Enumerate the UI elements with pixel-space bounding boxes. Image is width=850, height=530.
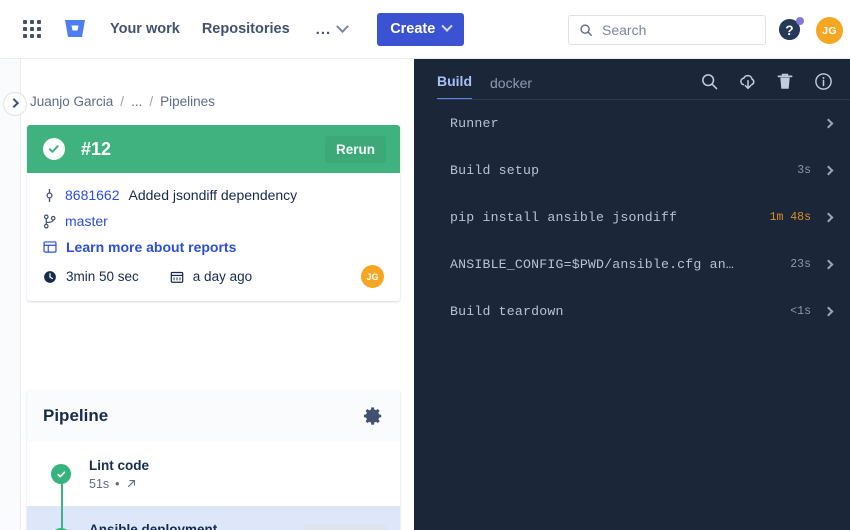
pipeline-title: Pipeline <box>43 406 109 425</box>
build-status-header: #12 Rerun <box>27 125 400 173</box>
step-bullet: • <box>115 476 120 491</box>
chevron-right-icon <box>823 259 834 270</box>
redeploy-button[interactable]: Redeploy <box>303 523 386 530</box>
build-author-avatar[interactable]: JG <box>361 265 384 288</box>
step-duration: 51s <box>89 476 110 491</box>
pipelines-page: Your work Repositories ... Create Search… <box>0 0 850 530</box>
step-text-group: Ansible deployment 2m 58s • <box>89 522 217 530</box>
tabs-divider <box>437 99 850 100</box>
reports-row: Learn more about reports <box>43 239 384 255</box>
build-status-body: 8681662 Added jsondiff dependency master <box>27 173 400 301</box>
pipeline-card-header: Pipeline <box>27 390 400 442</box>
commit-hash-link[interactable]: 8681662 <box>65 187 120 203</box>
breadcrumb: Juanjo Garcia / ... / Pipelines <box>30 94 215 109</box>
external-link-icon[interactable] <box>126 478 137 489</box>
step-subtext: 51s • <box>89 477 149 491</box>
cloud-download-icon[interactable] <box>738 72 758 92</box>
breadcrumb-item-ellipsis[interactable]: ... <box>131 94 142 109</box>
svg-text:?: ? <box>785 23 793 38</box>
search-placeholder: Search <box>602 22 647 38</box>
step-name: Ansible deployment <box>89 521 218 530</box>
chevron-right-icon <box>823 165 834 176</box>
learn-more-reports-link[interactable]: Learn more about reports <box>66 239 236 255</box>
breadcrumb-separator: / <box>120 94 125 109</box>
notification-dot <box>796 17 804 25</box>
collapsed-sidebar-rail <box>0 59 21 530</box>
branch-icon <box>43 213 56 229</box>
log-step-pip-install[interactable]: pip install ansible jsondiff 1m 48s <box>414 194 850 241</box>
chevron-right-icon <box>823 118 834 129</box>
pipeline-steps-card: Pipeline Lint code 51s • Ansible deploym… <box>27 390 400 530</box>
log-step-runner[interactable]: Runner <box>414 100 850 147</box>
check-circle-icon <box>43 138 65 160</box>
build-timestamp: a day ago <box>192 269 253 284</box>
log-step-name: ANSIBLE_CONFIG=$PWD/ansible.cfg an… <box>450 257 734 272</box>
step-text-group: Lint code 51s • <box>89 458 149 491</box>
rerun-button[interactable]: Rerun <box>324 135 386 163</box>
log-step-name: pip install ansible jsondiff <box>450 210 678 225</box>
gear-icon[interactable] <box>362 405 384 427</box>
pipeline-step-lint-code[interactable]: Lint code 51s • <box>27 442 400 506</box>
step-name: Lint code <box>89 457 149 473</box>
chevron-down-icon <box>441 20 453 32</box>
log-step-duration: 23s <box>790 258 811 271</box>
info-icon[interactable] <box>814 72 834 92</box>
nav-your-work[interactable]: Your work <box>110 21 180 37</box>
grid-apps-icon[interactable] <box>20 17 44 41</box>
tab-build[interactable]: Build <box>437 73 472 100</box>
log-step-duration: 3s <box>797 164 811 177</box>
nav-repositories[interactable]: Repositories <box>202 21 290 37</box>
log-step-duration: 1m 48s <box>769 211 811 224</box>
log-step-name: Build setup <box>450 163 540 178</box>
build-duration: 3min 50 sec <box>66 269 139 284</box>
build-log-panel: Build docker Runner Build setup 3s pip i… <box>414 59 850 530</box>
clock-icon <box>44 270 56 283</box>
branch-name-link[interactable]: master <box>65 213 108 229</box>
nav-more-label: ... <box>315 20 332 38</box>
breadcrumb-item-owner[interactable]: Juanjo Garcia <box>30 94 113 109</box>
log-step-build-setup[interactable]: Build setup 3s <box>414 147 850 194</box>
breadcrumb-separator: / <box>149 94 154 109</box>
chevron-right-icon <box>823 306 834 317</box>
log-step-build-teardown[interactable]: Build teardown <1s <box>414 288 850 335</box>
log-panel-toolbar <box>700 72 834 92</box>
tab-docker[interactable]: docker <box>490 75 532 100</box>
report-icon <box>43 241 57 253</box>
build-status-card: #12 Rerun 8681662 Added jsondiff depende… <box>27 125 400 301</box>
pipeline-step-list: Lint code 51s • Ansible deployment <box>27 442 400 530</box>
check-circle-icon <box>51 464 71 484</box>
commit-message: Added jsondiff dependency <box>128 187 298 203</box>
chevron-right-icon <box>823 212 834 223</box>
log-panel-tabs: Build docker <box>414 59 850 100</box>
commit-icon <box>46 188 53 202</box>
pipeline-detail-column: Juanjo Garcia / ... / Pipelines #12 Reru… <box>0 59 414 530</box>
help-button[interactable]: ? <box>778 17 804 42</box>
create-button-label: Create <box>390 21 436 37</box>
build-meta-row: 3min 50 sec a day ago JG <box>43 265 384 288</box>
build-number: #12 <box>81 138 112 159</box>
log-step-name: Runner <box>450 116 499 131</box>
chevron-down-icon <box>336 19 350 33</box>
search-icon[interactable] <box>700 72 720 92</box>
chevron-right-icon <box>8 97 19 108</box>
branch-row: master <box>43 213 384 229</box>
expand-sidebar-button[interactable] <box>3 92 27 116</box>
log-step-duration: <1s <box>790 305 811 318</box>
create-button[interactable]: Create <box>377 12 465 46</box>
bitbucket-logo[interactable] <box>62 16 88 42</box>
user-avatar[interactable]: JG <box>816 17 843 44</box>
log-step-name: Build teardown <box>450 304 564 319</box>
log-step-ansible-config[interactable]: ANSIBLE_CONFIG=$PWD/ansible.cfg an… 23s <box>414 241 850 288</box>
pipeline-step-ansible-deployment[interactable]: Ansible deployment 2m 58s • Redeploy <box>27 506 400 530</box>
search-input[interactable]: Search <box>568 15 766 45</box>
commit-row: 8681662 Added jsondiff dependency <box>43 187 384 203</box>
trash-icon[interactable] <box>776 72 796 92</box>
nav-more-menu[interactable]: ... <box>315 19 350 38</box>
search-icon <box>580 24 592 36</box>
breadcrumb-item-pipelines[interactable]: Pipelines <box>160 94 215 109</box>
calendar-icon <box>170 271 184 283</box>
